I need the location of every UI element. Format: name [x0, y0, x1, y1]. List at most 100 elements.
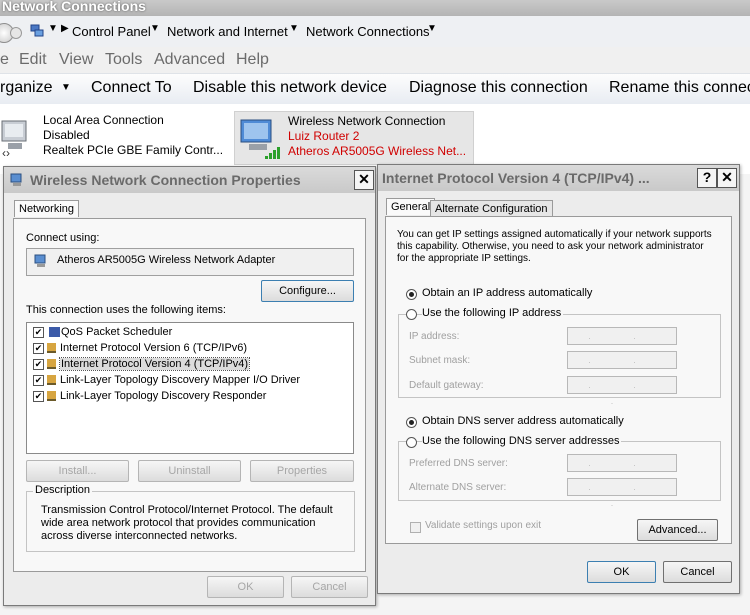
- preferred-dns-field[interactable]: . . .: [567, 454, 677, 484]
- checkbox[interactable]: ✔: [33, 358, 44, 370]
- obtain-dns-label[interactable]: Obtain DNS server address automatically: [422, 415, 624, 427]
- item-label: Link-Layer Topology Discovery Responder: [60, 390, 267, 402]
- breadcrumb-control-panel[interactable]: Control Panel: [72, 24, 151, 39]
- use-ip-label[interactable]: Use the following IP address: [422, 307, 564, 319]
- wireless-properties-dialog: Wireless Network Connection Properties ✕…: [3, 166, 376, 606]
- dialog-title-bar: Internet Protocol Version 4 (TCP/IPv4) .…: [378, 165, 739, 191]
- close-button[interactable]: ✕: [354, 170, 374, 190]
- diagnose-connection-button[interactable]: Diagnose this connection: [409, 79, 588, 97]
- validate-checkbox[interactable]: [410, 522, 421, 533]
- preferred-dns-label: Preferred DNS server:: [409, 458, 508, 469]
- list-item[interactable]: ✔ Link-Layer Topology Discovery Responder: [33, 389, 266, 404]
- tab-alternate-configuration[interactable]: Alternate Configuration: [430, 200, 553, 217]
- description-label: Description: [33, 484, 93, 496]
- intro-text: You can get IP settings assigned automat…: [397, 229, 712, 264]
- components-list[interactable]: ✔ QoS Packet Scheduler ✔ Internet Protocol…: [26, 322, 354, 454]
- connect-to-button[interactable]: Connect To: [91, 79, 172, 97]
- breadcrumb-network-and-internet[interactable]: Network and Internet: [167, 24, 288, 39]
- default-gateway-field[interactable]: . . .: [567, 376, 677, 406]
- checkbox[interactable]: ✔: [33, 326, 44, 338]
- list-item[interactable]: ✔ Internet Protocol Version 6 (TCP/IPv6): [33, 341, 247, 356]
- chevron-down-icon[interactable]: ▼: [61, 82, 71, 93]
- obtain-ip-radio[interactable]: [406, 289, 417, 300]
- subnet-mask-label: Subnet mask:: [409, 355, 471, 366]
- alternate-dns-field[interactable]: . . .: [567, 478, 677, 508]
- chevron-down-icon[interactable]: ▼: [48, 23, 58, 34]
- menu-edit[interactable]: Edit: [19, 51, 47, 69]
- menu-help[interactable]: Help: [236, 51, 269, 69]
- wireless-connection-item[interactable]: Wireless Network Connection Luiz Router …: [234, 111, 474, 165]
- dialog-title-bar: Wireless Network Connection Properties ✕: [4, 167, 375, 193]
- configure-button[interactable]: Configure...: [261, 280, 354, 302]
- protocol-icon: [47, 343, 56, 354]
- properties-button[interactable]: Properties: [250, 460, 354, 482]
- rename-connection-button[interactable]: Rename this connec: [609, 79, 750, 97]
- checkbox[interactable]: ✔: [33, 390, 44, 402]
- ipv4-properties-dialog: Internet Protocol Version 4 (TCP/IPv4) .…: [377, 164, 740, 594]
- menu-file[interactable]: e: [0, 51, 9, 69]
- help-button[interactable]: ?: [697, 168, 717, 188]
- svg-text:‹›: ‹›: [2, 146, 10, 157]
- item-label: QoS Packet Scheduler: [61, 326, 173, 338]
- network-adapter-icon: [10, 173, 24, 187]
- lan-connection-status: Disabled: [43, 128, 90, 142]
- connect-using-label: Connect using:: [26, 232, 100, 244]
- cancel-button[interactable]: Cancel: [663, 561, 732, 583]
- network-adapter-icon: [34, 254, 48, 268]
- dialog-title: Wireless Network Connection Properties: [30, 172, 301, 188]
- advanced-button[interactable]: Advanced...: [637, 519, 718, 541]
- description-group: Description Transmission Control Protoco…: [26, 484, 355, 552]
- wireless-computer-icon: [239, 114, 283, 160]
- obtain-ip-label[interactable]: Obtain an IP address automatically: [422, 287, 592, 299]
- window-title: Network Connections: [2, 0, 146, 14]
- chevron-down-icon[interactable]: ▼: [427, 23, 437, 34]
- use-ip-radio[interactable]: [406, 309, 417, 320]
- ip-address-field[interactable]: . . .: [567, 327, 677, 357]
- menu-advanced[interactable]: Advanced: [154, 51, 225, 69]
- lan-connection-item[interactable]: ‹› Local Area Connection Disabled Realte…: [0, 111, 230, 163]
- list-item-selected[interactable]: ✔ Internet Protocol Version 4 (TCP/IPv4): [33, 357, 251, 372]
- uninstall-button[interactable]: Uninstall: [138, 460, 241, 482]
- command-bar: rganize ▼ Connect To Disable this networ…: [0, 73, 750, 105]
- protocol-icon: [47, 391, 56, 402]
- wireless-network-name: Luiz Router 2: [288, 129, 360, 143]
- tab-networking[interactable]: Networking: [14, 200, 80, 217]
- wireless-connection-name: Wireless Network Connection: [288, 114, 446, 128]
- list-item[interactable]: ✔ QoS Packet Scheduler: [33, 325, 172, 340]
- adapter-field: Atheros AR5005G Wireless Network Adapter: [26, 248, 354, 276]
- alternate-dns-label: Alternate DNS server:: [409, 482, 507, 493]
- obtain-dns-radio[interactable]: [406, 417, 417, 428]
- description-text: Transmission Control Protocol/Internet P…: [41, 504, 333, 542]
- general-panel: You can get IP settings assigned automat…: [385, 216, 732, 544]
- lan-connection-device: Realtek PCIe GBE Family Contr...: [43, 143, 224, 157]
- ok-button[interactable]: OK: [587, 561, 656, 583]
- use-dns-label[interactable]: Use the following DNS server addresses: [422, 435, 622, 447]
- cancel-button[interactable]: Cancel: [291, 576, 368, 598]
- protocol-icon: [47, 359, 56, 370]
- organize-button[interactable]: rganize: [0, 79, 52, 97]
- close-button[interactable]: ✕: [717, 168, 737, 188]
- chevron-down-icon[interactable]: ▼: [289, 23, 299, 34]
- item-label: Internet Protocol Version 4 (TCP/IPv4): [58, 357, 251, 371]
- forward-button[interactable]: [10, 27, 22, 39]
- menu-view[interactable]: View: [59, 51, 93, 69]
- chevron-right-icon[interactable]: ▶: [61, 23, 69, 34]
- chevron-down-icon[interactable]: ▼: [150, 23, 160, 34]
- disable-device-button[interactable]: Disable this network device: [193, 79, 387, 97]
- checkbox[interactable]: ✔: [33, 374, 44, 386]
- qos-scheduler-icon: [49, 327, 60, 337]
- tab-general[interactable]: General: [386, 198, 436, 215]
- use-dns-radio[interactable]: [406, 437, 417, 448]
- validate-label: Validate settings upon exit: [425, 520, 542, 531]
- breadcrumb-network-connections[interactable]: Network Connections: [306, 24, 430, 39]
- networking-panel: Connect using: Atheros AR5005G Wireless …: [13, 218, 366, 572]
- menu-tools[interactable]: Tools: [105, 51, 142, 69]
- item-label: Link-Layer Topology Discovery Mapper I/O…: [60, 374, 301, 386]
- subnet-mask-field[interactable]: . . .: [567, 351, 677, 381]
- list-item[interactable]: ✔ Link-Layer Topology Discovery Mapper I/…: [33, 373, 300, 388]
- menu-bar: e Edit View Tools Advanced Help: [0, 47, 750, 73]
- ok-button[interactable]: OK: [207, 576, 284, 598]
- checkbox[interactable]: ✔: [33, 342, 44, 354]
- install-button[interactable]: Install...: [26, 460, 129, 482]
- network-folder-icon: [30, 23, 44, 37]
